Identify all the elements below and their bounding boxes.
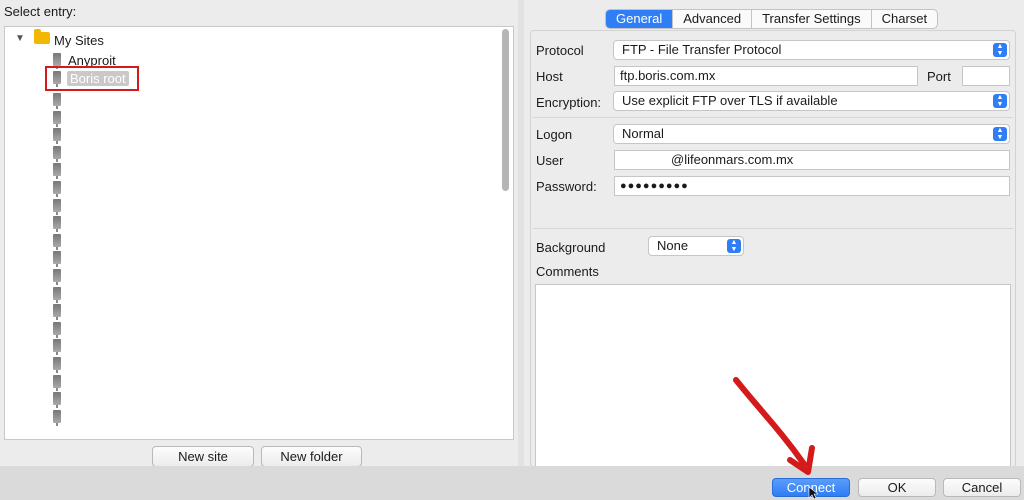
protocol-label: Protocol xyxy=(536,43,584,58)
cancel-button[interactable]: Cancel xyxy=(943,478,1021,497)
chevron-updown-icon: ▲ ▼ xyxy=(993,43,1007,57)
password-input[interactable]: ●●●●●●●●● xyxy=(614,176,1010,196)
logon-label: Logon xyxy=(536,127,573,142)
tree-root-my-sites[interactable]: My Sites xyxy=(54,33,104,48)
ok-button[interactable]: OK xyxy=(858,478,936,497)
server-icon xyxy=(53,357,61,373)
server-icon xyxy=(53,374,61,391)
tree-scrollbar[interactable] xyxy=(499,29,513,437)
user-input[interactable]: @lifeonmars.com.mx xyxy=(614,150,1010,170)
server-icon xyxy=(53,128,61,145)
server-icon xyxy=(53,181,61,197)
server-icon xyxy=(53,286,61,303)
server-icon xyxy=(53,409,61,426)
comments-label: Comments xyxy=(536,264,599,279)
server-icon xyxy=(53,233,61,250)
section-divider xyxy=(533,228,1013,229)
background-select[interactable]: None ▲ ▼ xyxy=(648,236,744,256)
server-icon xyxy=(53,93,61,109)
encryption-label: Encryption: xyxy=(536,95,602,110)
folder-icon xyxy=(34,29,50,44)
server-icon xyxy=(53,304,61,321)
server-icon xyxy=(53,198,61,215)
encryption-select[interactable]: Use explicit FTP over TLS if available ▲… xyxy=(613,91,1010,111)
server-icon xyxy=(53,145,61,162)
server-icon xyxy=(53,53,61,69)
user-label: User xyxy=(536,153,564,168)
chevron-updown-icon: ▲ ▼ xyxy=(993,127,1007,141)
server-icon xyxy=(53,269,61,285)
protocol-value: FTP - File Transfer Protocol xyxy=(622,42,782,57)
tab-advanced[interactable]: Advanced xyxy=(673,10,753,28)
background-label: Background xyxy=(536,240,606,255)
section-divider xyxy=(533,117,1013,118)
select-entry-label: Select entry: xyxy=(4,4,77,19)
protocol-select[interactable]: FTP - File Transfer Protocol ▲ ▼ xyxy=(613,40,1010,60)
port-label: Port xyxy=(927,69,951,84)
host-input[interactable]: ftp.boris.com.mx xyxy=(614,66,918,86)
chevron-updown-icon: ▲ ▼ xyxy=(993,94,1007,108)
new-site-button[interactable]: New site xyxy=(152,446,254,467)
new-folder-button[interactable]: New folder xyxy=(261,446,362,467)
site-tree[interactable]: ▼ My Sites Anyproit Boris root xyxy=(4,26,514,440)
tab-bar: General Advanced Transfer Settings Chars… xyxy=(605,9,939,29)
server-icon xyxy=(53,392,61,409)
tab-general[interactable]: General xyxy=(606,10,674,28)
password-label: Password: xyxy=(536,179,597,194)
tab-charset[interactable]: Charset xyxy=(872,10,938,28)
server-icon xyxy=(53,251,61,268)
encryption-value: Use explicit FTP over TLS if available xyxy=(622,93,838,108)
logon-select[interactable]: Normal ▲ ▼ xyxy=(613,124,1010,144)
disclosure-triangle-icon[interactable]: ▼ xyxy=(15,33,25,44)
server-icon xyxy=(53,163,61,180)
annotation-arrow-icon xyxy=(733,377,815,475)
host-label: Host xyxy=(536,69,563,84)
chevron-updown-icon: ▲ ▼ xyxy=(727,239,741,253)
server-icon xyxy=(53,321,61,338)
mouse-cursor-icon xyxy=(808,487,818,500)
pane-splitter[interactable] xyxy=(518,0,524,466)
scroll-thumb[interactable] xyxy=(502,29,509,191)
server-icon xyxy=(53,339,61,356)
logon-value: Normal xyxy=(622,126,664,141)
annotation-highlight-box xyxy=(45,66,139,91)
server-icon xyxy=(53,110,61,127)
tab-transfer-settings[interactable]: Transfer Settings xyxy=(752,10,872,28)
port-input[interactable] xyxy=(962,66,1010,86)
background-value: None xyxy=(657,238,689,253)
server-icon xyxy=(53,216,61,233)
